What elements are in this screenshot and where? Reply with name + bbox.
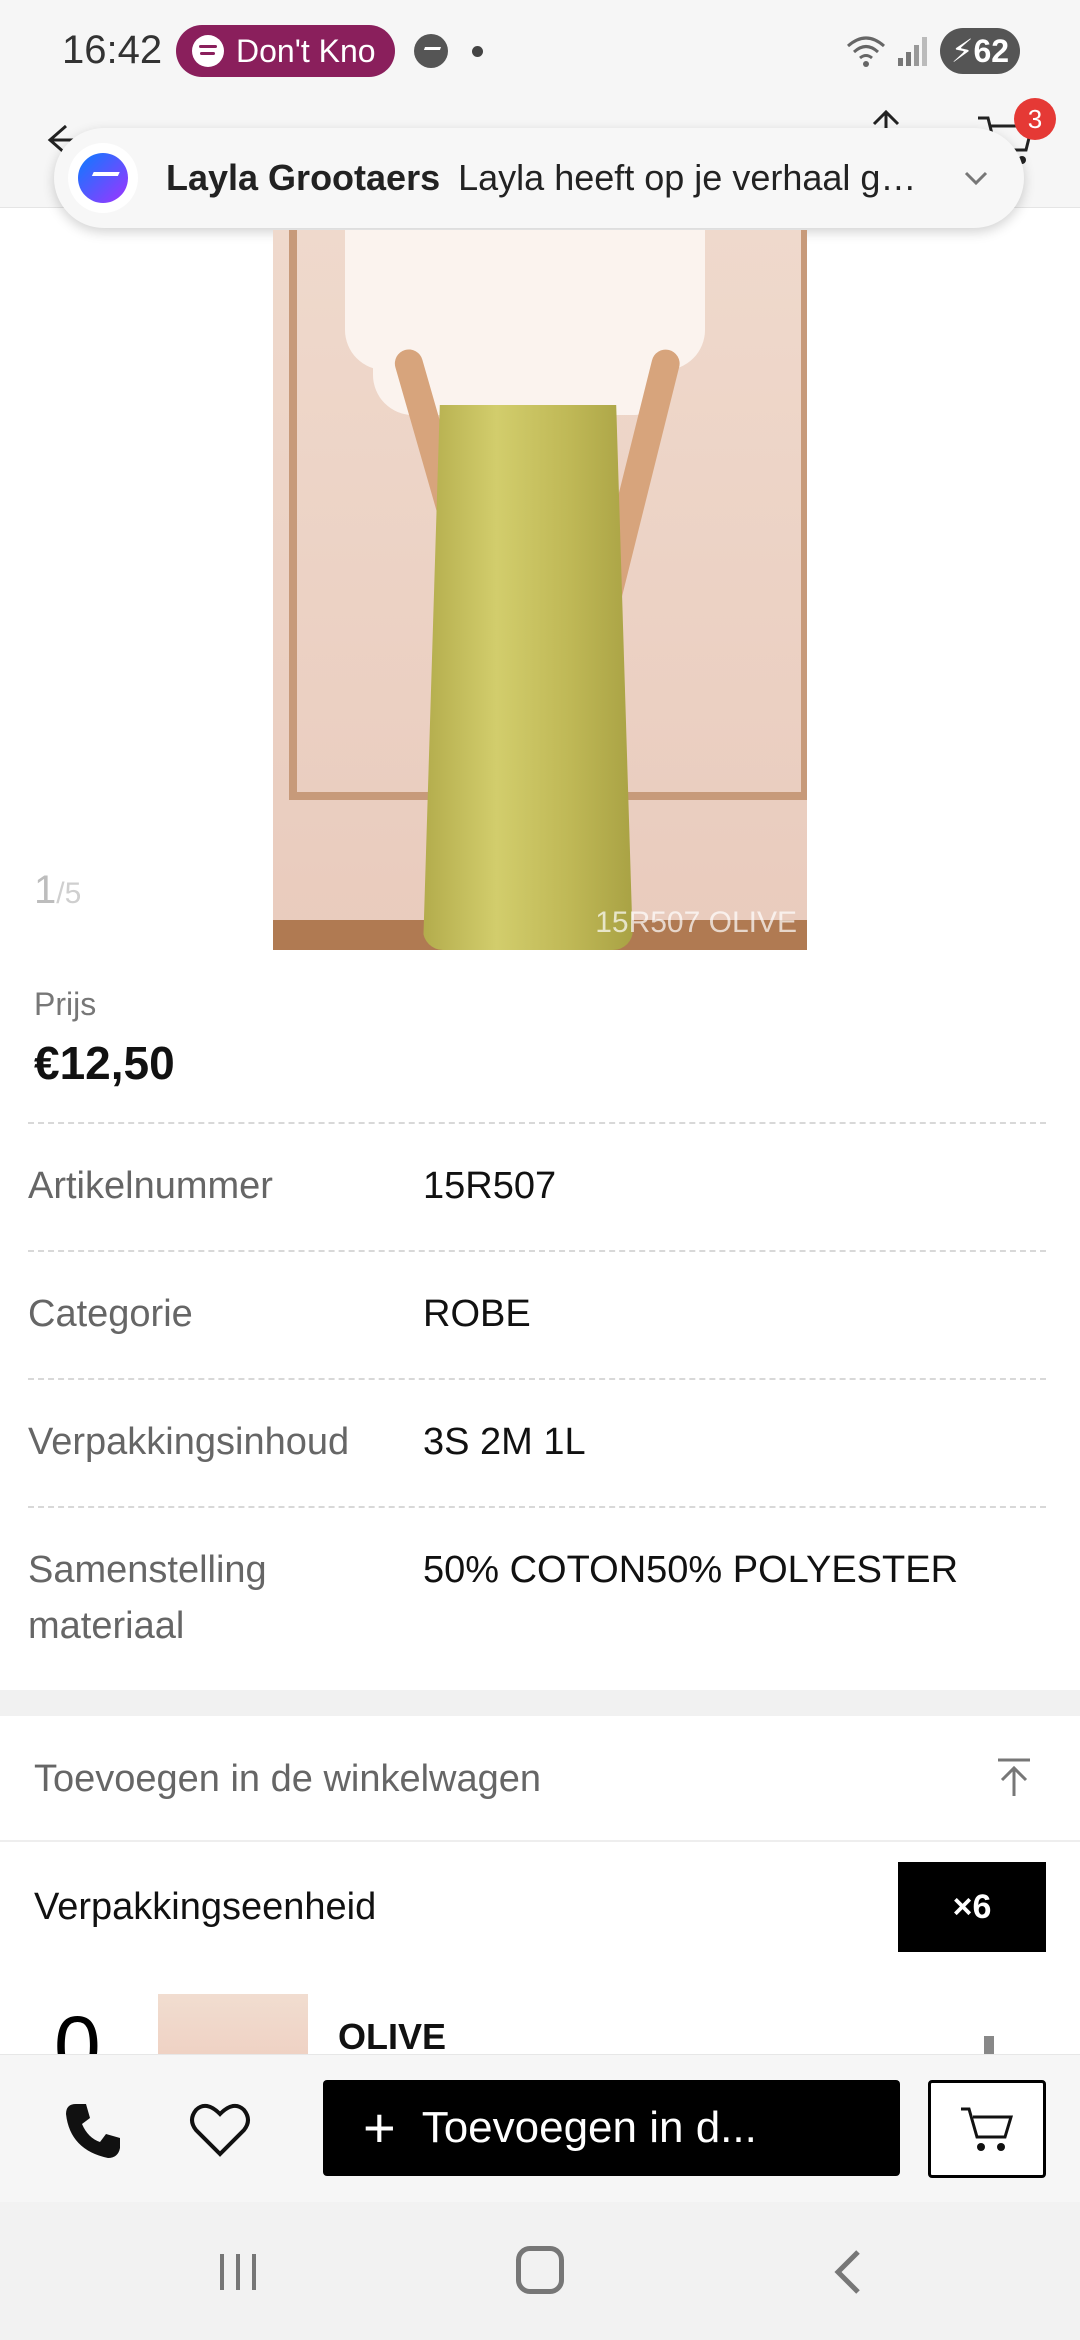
packaging-unit-label: Verpakkingseenheid: [34, 1886, 377, 1928]
product-image[interactable]: 15R507 OLIVE: [273, 230, 807, 950]
detail-value: 50% COTON50% POLYESTER: [423, 1549, 959, 1591]
messenger-notification[interactable]: Layla Grootaers Layla heeft op je verhaa…: [54, 128, 1024, 228]
variant-quantity[interactable]: 0: [54, 2004, 101, 2054]
notification-sender: Layla Grootaers: [166, 157, 441, 198]
variant-stepper-handle[interactable]: [984, 2036, 994, 2054]
variant-name: OLIVE: [338, 2016, 447, 2054]
image-total: /5: [56, 877, 82, 910]
packaging-unit-badge: ×6: [898, 1862, 1046, 1952]
wifi-icon: [847, 36, 885, 67]
spotify-track-text: Don't Kno: [236, 32, 376, 69]
spotify-now-playing[interactable]: Don't Kno: [176, 25, 395, 77]
detail-value: ROBE: [423, 1293, 531, 1335]
battery-bolt-icon: ⚡: [950, 33, 974, 69]
detail-key: Samenstelling materiaal: [28, 1549, 267, 1647]
notification-message: Layla heeft op je verhaal ge...: [458, 157, 929, 198]
battery-level: 62: [973, 32, 1010, 69]
home-icon[interactable]: [516, 2246, 564, 2294]
cart-count-badge: 3: [1014, 98, 1056, 140]
chevron-down-icon[interactable]: [962, 164, 990, 192]
battery-indicator: ⚡ 62: [940, 28, 1020, 74]
image-index: 1: [34, 868, 57, 912]
spotify-icon: [192, 35, 224, 67]
add-section-title: Toevoegen in de winkelwagen: [34, 1758, 542, 1800]
detail-value: 3S 2M 1L: [423, 1421, 586, 1463]
phone-icon[interactable]: [62, 2100, 124, 2162]
detail-key: Categorie: [28, 1293, 193, 1335]
add-to-cart-button[interactable]: + Toevoegen in d...: [323, 2080, 900, 2176]
detail-value: 15R507: [423, 1165, 557, 1207]
view-cart-button[interactable]: [928, 2080, 1046, 2178]
signal-icon: [898, 37, 927, 66]
section-divider: [0, 1690, 1080, 1716]
cart-icon: [961, 2107, 1014, 2151]
nav-back-icon[interactable]: [828, 2248, 868, 2296]
more-notifications-dot-icon: [472, 46, 483, 57]
detail-row-article-number: Artikelnummer 15R507: [28, 1122, 1046, 1250]
scroll-to-top-icon[interactable]: [992, 1756, 1036, 1800]
model-skirt: [423, 405, 633, 950]
plus-icon: +: [363, 2096, 396, 2159]
add-to-cart-label: Toevoegen in d...: [421, 2103, 757, 2152]
product-details: Artikelnummer 15R507 Categorie ROBE Verp…: [28, 1122, 1046, 1686]
add-to-cart-section: Toevoegen in de winkelwagen: [0, 1716, 1080, 1842]
status-bar: 16:42 Don't Kno ⚡ 62: [0, 0, 1080, 104]
variant-row: 0 OLIVE: [0, 1992, 1080, 2054]
recents-icon[interactable]: [216, 2252, 260, 2292]
price-label: Prijs: [34, 986, 97, 1022]
detail-row-material: Samenstelling materiaal 50% COTON50% POL…: [28, 1506, 1046, 1686]
detail-key: Verpakkingsinhoud: [28, 1421, 350, 1463]
messenger-logo-icon: [68, 143, 138, 213]
messenger-status-icon: [414, 34, 448, 68]
detail-row-packaging-content: Verpakkingsinhoud 3S 2M 1L: [28, 1378, 1046, 1506]
detail-key: Artikelnummer: [28, 1165, 273, 1207]
price-value: €12,50: [34, 1037, 175, 1089]
variant-thumbnail: [158, 1994, 308, 2054]
image-watermark: 15R507 OLIVE: [595, 906, 797, 939]
status-time: 16:42: [62, 28, 163, 72]
detail-row-category: Categorie ROBE: [28, 1250, 1046, 1378]
heart-icon[interactable]: [188, 2100, 252, 2158]
image-counter: 1/5: [34, 868, 81, 913]
